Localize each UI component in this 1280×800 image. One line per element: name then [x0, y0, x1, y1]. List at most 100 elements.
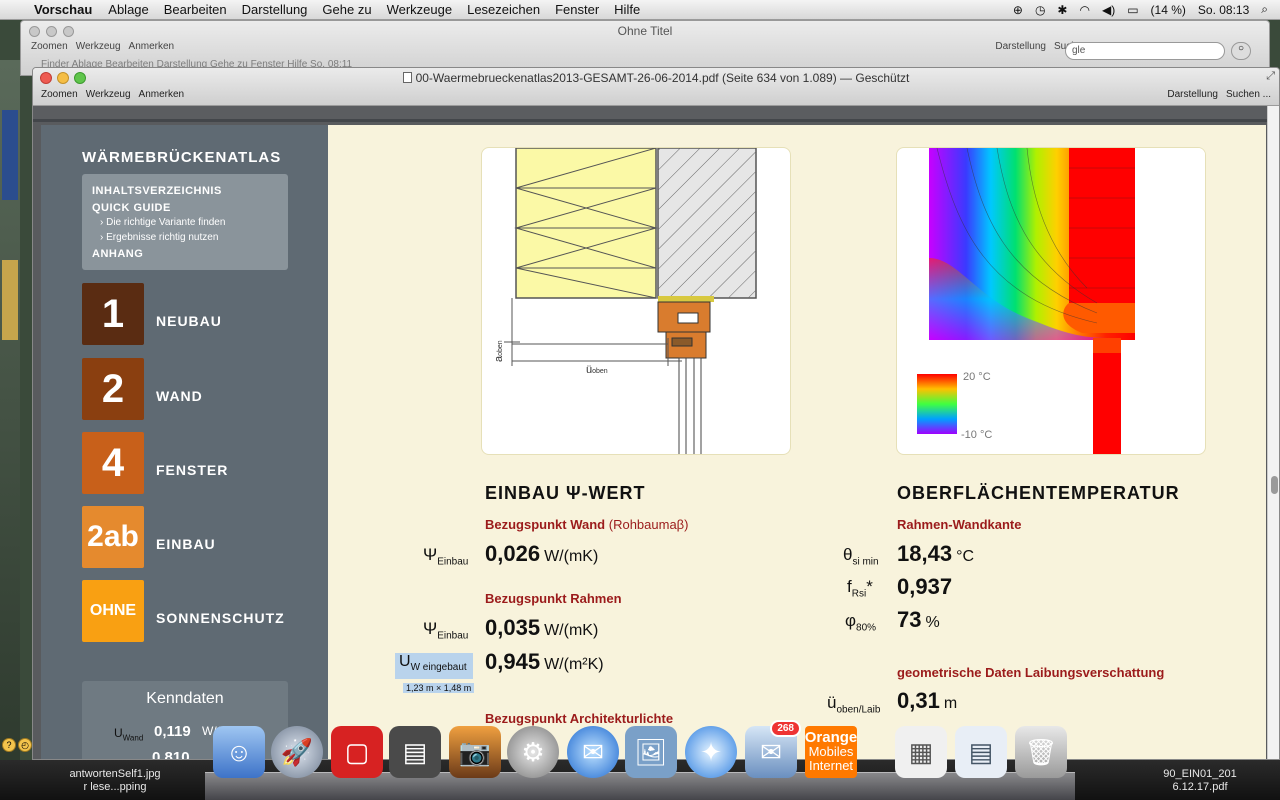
u-oben-laib-symbol: üoben/Laib — [827, 693, 881, 716]
u-oben-laib-value: 0,31 m — [897, 688, 958, 713]
nav-einbau[interactable]: 2ab EINBAU — [82, 506, 322, 568]
menu-lesezeichen[interactable]: Lesezeichen — [467, 2, 540, 17]
toolbar-anmerken[interactable]: Anmerken — [139, 89, 185, 100]
fullscreen-icon[interactable]: ⤢ — [1266, 70, 1275, 83]
vpn-icon[interactable]: ⊕ — [1013, 3, 1023, 17]
toolbar-werkzeug[interactable]: Werkzeug — [86, 89, 131, 100]
toc-box: INHALTSVERZEICHNIS QUICK GUIDE › Die ric… — [82, 174, 288, 270]
nav-neubau-label: NEUBAU — [156, 313, 222, 329]
downloads-stack-icon[interactable]: ▤ — [955, 726, 1007, 778]
menu-gehe-zu[interactable]: Gehe zu — [322, 2, 371, 17]
theta-si-min-symbol: θsi min — [843, 545, 879, 568]
menu-werkzeuge[interactable]: Werkzeuge — [387, 2, 453, 17]
detail-drawing-svg: aoben üoben — [493, 148, 757, 454]
pdf-document-icon — [402, 72, 412, 83]
finder-icon[interactable]: ☺ — [213, 726, 265, 778]
preview-icon[interactable]: 🖼 — [625, 726, 677, 778]
battery-percent[interactable]: (14 %) — [1151, 3, 1186, 17]
bg-search-go-icon[interactable]: ○ — [1231, 42, 1251, 60]
scrollbar-thumb[interactable] — [1271, 476, 1278, 494]
link-richtige-variante[interactable]: › Die richtige Variante finden — [92, 215, 278, 230]
u-wand-symbol: UWand — [114, 726, 144, 743]
help-icon[interactable]: ? — [2, 738, 16, 752]
nav-neubau[interactable]: 1 NEUBAU — [82, 283, 322, 345]
launchpad-icon[interactable]: 🚀 — [271, 726, 323, 778]
installation-detail-drawing: aoben üoben — [481, 147, 791, 455]
toolbar-darstellung[interactable]: Darstellung — [1167, 89, 1218, 100]
documents-stack-icon[interactable]: ▦ — [895, 726, 947, 778]
label-geometrische-daten: geometrische Daten Laibungsverschattung — [897, 665, 1165, 680]
window-titlebar[interactable]: 00-Waermebrueckenatlas2013-GESAMT-26-06-… — [33, 68, 1279, 106]
phi-value: 73% — [897, 607, 940, 632]
orange-mobile-internet-icon[interactable]: Orange Mobiles Internet — [805, 726, 857, 778]
vertical-scrollbar[interactable] — [1267, 106, 1279, 759]
system-preferences-icon[interactable]: ⚙ — [507, 726, 559, 778]
menu-app-vorschau[interactable]: Vorschau — [34, 2, 92, 17]
link-inhaltsverzeichnis[interactable]: INHALTSVERZEICHNIS — [92, 182, 278, 201]
thermal-svg: 20 °C -10 °C — [917, 148, 1205, 454]
nav-sonnenschutz[interactable]: OHNE SONNENSCHUTZ — [82, 580, 322, 642]
menu-bearbeiten[interactable]: Bearbeiten — [164, 2, 227, 17]
bg-toolbar-werkzeug[interactable]: Werkzeug — [76, 41, 121, 52]
bluetooth-icon[interactable]: ✱ — [1057, 3, 1067, 17]
theta-value: 18,43 °C — [897, 541, 975, 566]
pdf-page: WÄRMEBRÜCKENATLAS INHALTSVERZEICHNIS QUI… — [41, 125, 1266, 759]
nav-fenster[interactable]: 4 FENSTER — [82, 432, 322, 494]
nav-neubau-number: 1 — [82, 283, 144, 345]
trash-icon[interactable]: 🗑 — [1015, 726, 1067, 778]
desktop-file-left[interactable]: antwortenSelf1.jpg r lese...pping — [40, 768, 190, 794]
link-quick-guide[interactable]: QUICK GUIDE — [92, 201, 278, 215]
info-icon[interactable]: ◴ — [18, 738, 32, 752]
menu-ablage[interactable]: Ablage — [108, 2, 148, 17]
menu-fenster[interactable]: Fenster — [555, 2, 599, 17]
mail-badge: 268 — [770, 720, 801, 737]
uw-window-size: 1,23 m × 1,48 m — [403, 683, 475, 693]
nav-wand[interactable]: 2 WAND — [82, 358, 322, 420]
menu-darstellung[interactable]: Darstellung — [242, 2, 308, 17]
iphoto-icon[interactable]: 📷 — [449, 726, 501, 778]
nav-sonnenschutz-number: OHNE — [82, 580, 144, 642]
bg-toolbar-anmerken[interactable]: Anmerken — [129, 41, 175, 52]
toolbar-zoomen[interactable]: Zoomen — [41, 89, 78, 100]
desktop-help-icons: ? ◴ — [2, 738, 32, 752]
time-machine-icon[interactable]: ◷ — [1035, 3, 1045, 17]
wifi-icon[interactable]: ◠ — [1079, 3, 1089, 17]
toolbar-suchen[interactable]: Suchen ... — [1226, 89, 1271, 100]
link-ergebnisse-nutzen[interactable]: › Ergebnisse richtig nutzen — [92, 230, 278, 245]
atlas-brand: WÄRMEBRÜCKENATLAS — [82, 149, 282, 166]
bg-window-title: Ohne Titel — [617, 24, 673, 38]
mail-eagle-icon[interactable]: ✉ 268 — [745, 720, 801, 778]
bg-toolbar-darstellung[interactable]: Darstellung — [995, 41, 1046, 52]
spotlight-icon[interactable]: ⌕ — [1261, 2, 1268, 17]
nav-fenster-number: 4 — [82, 432, 144, 494]
link-anhang[interactable]: ANHANG — [92, 245, 278, 264]
volume-icon[interactable]: ◀) — [1102, 3, 1115, 17]
legend-high-label: 20 °C — [963, 371, 991, 383]
sketchup-icon[interactable]: ▢ — [331, 726, 383, 778]
desktop-file-right[interactable]: 90_EIN01_201 6.12.17.pdf — [1130, 768, 1270, 794]
label-bezugspunkt-wand: Bezugspunkt Wand (Rohbaumaβ) — [485, 517, 689, 532]
bg-search-field[interactable]: gle — [1065, 42, 1225, 60]
menubar: Vorschau Ablage Bearbeiten Darstellung G… — [0, 0, 1280, 20]
battery-icon[interactable]: ▭ — [1127, 3, 1138, 17]
legend-low-label: -10 °C — [961, 429, 992, 441]
heading-einbau-psi: EINBAU Ψ-WERT — [485, 483, 646, 503]
dock: ☺ 🚀 ▢ ▤ 📷 ⚙ ✉ 🖼 ✦ ✉ 268 Orange Mobiles Inte… — [205, 718, 1075, 800]
mail-app-icon[interactable]: ✉ — [567, 726, 619, 778]
label-rahmen-wandkante: Rahmen-Wandkante — [897, 517, 1022, 532]
psi-einbau-wall-symbol: ΨEinbau — [423, 545, 469, 568]
document-area[interactable]: WÄRMEBRÜCKENATLAS INHALTSVERZEICHNIS QUI… — [33, 106, 1279, 759]
u-wand-value: 0,119 — [154, 723, 191, 740]
nav-einbau-label: EINBAU — [156, 536, 216, 552]
menubar-clock[interactable]: So. 08:13 — [1198, 3, 1249, 17]
photo-booth-icon[interactable]: ▤ — [389, 726, 441, 778]
bg-toolbar-zoomen[interactable]: Zoomen — [31, 41, 68, 52]
previous-page-edge — [33, 106, 1279, 122]
uw-eingebaut-symbol: UW eingebaut — [395, 653, 473, 679]
nav-fenster-label: FENSTER — [156, 462, 229, 478]
dimension-u-oben: üoben — [586, 364, 608, 376]
safari-icon[interactable]: ✦ — [685, 726, 737, 778]
nav-einbau-number: 2ab — [82, 506, 144, 568]
psi-wall-value: 0,026 W/(mK) — [485, 541, 599, 566]
menu-hilfe[interactable]: Hilfe — [614, 2, 640, 17]
